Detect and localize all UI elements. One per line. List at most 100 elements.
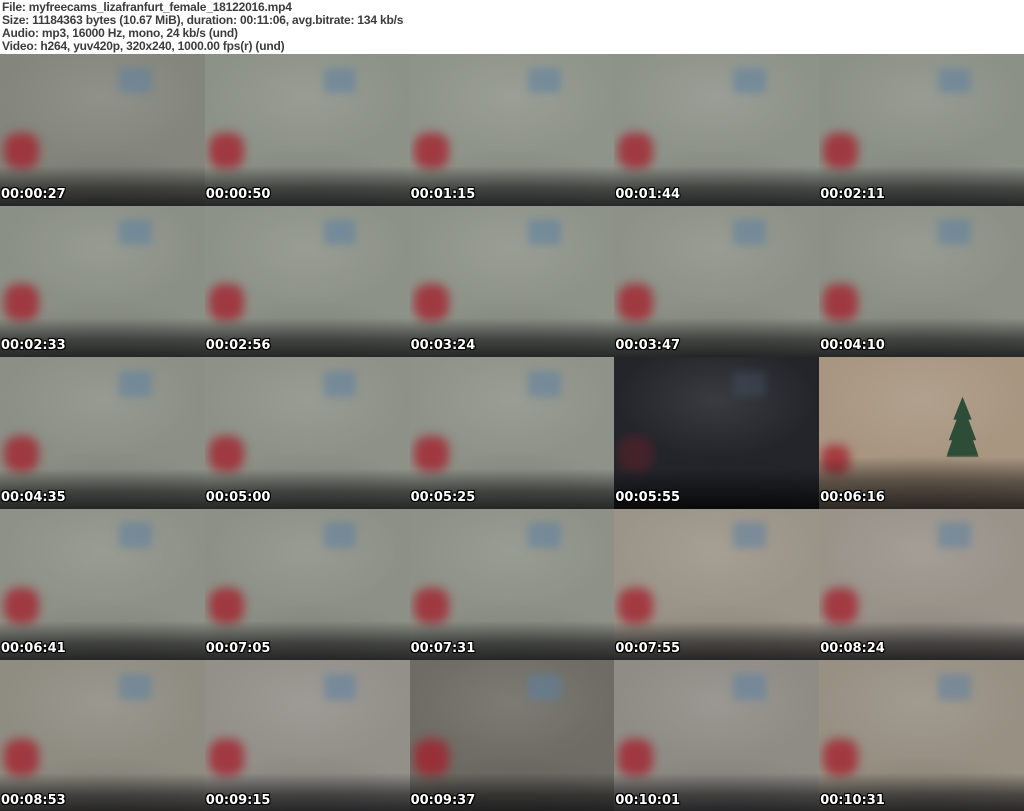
video-thumbnail: 00:04:35 (0, 357, 205, 509)
video-info-line: Video: h264, yuv420p, 320x240, 1000.00 f… (2, 39, 285, 53)
timestamp-overlay: 00:00:27 (1, 186, 66, 202)
video-thumbnail: 00:00:27 (0, 54, 205, 206)
timestamp-overlay: 00:01:44 (615, 186, 681, 202)
wall-art-decoration (733, 219, 766, 245)
red-pillow-decoration (618, 587, 654, 624)
red-pillow-decoration (4, 739, 39, 776)
video-thumbnail: 00:06:41 (0, 508, 205, 661)
red-pillow-decoration (208, 739, 244, 776)
video-thumbnail: 00:09:15 (204, 660, 410, 811)
red-pillow-decoration (208, 587, 244, 624)
red-pillow-decoration (823, 739, 859, 776)
video-thumbnail: 00:05:55 (614, 357, 820, 509)
red-pillow-decoration (413, 587, 449, 624)
wall-art-decoration (323, 67, 357, 94)
red-pillow-decoration (4, 284, 39, 321)
timestamp-overlay: 00:05:00 (205, 489, 271, 505)
timestamp-overlay: 00:02:33 (1, 338, 66, 354)
wall-art-decoration (937, 219, 971, 245)
wall-art-decoration (323, 219, 357, 245)
timestamp-overlay: 00:08:53 (1, 793, 66, 808)
media-info-header: File: myfreecams_lizafranfurt_female_181… (0, 0, 1024, 54)
wall-art-decoration (528, 219, 562, 245)
timestamp-overlay: 00:08:24 (820, 641, 885, 657)
video-thumbnail: 00:03:47 (614, 205, 820, 358)
timestamp-overlay: 00:04:35 (1, 489, 66, 505)
wall-art-decoration (733, 370, 766, 397)
video-thumbnail: 00:00:50 (204, 54, 410, 206)
red-pillow-decoration (4, 132, 39, 170)
wall-art-decoration (528, 370, 562, 397)
thumbnail-grid: 00:00:27 00:00:50 00:01:15 00:01:44 00:0… (0, 54, 1024, 811)
red-pillow-decoration (4, 436, 39, 473)
wall-art-decoration (118, 522, 152, 549)
red-pillow-decoration (618, 284, 654, 321)
video-thumbnail: 00:02:33 (0, 205, 205, 358)
timestamp-overlay: 00:10:31 (820, 793, 885, 808)
red-pillow-decoration (208, 132, 244, 170)
timestamp-overlay: 00:10:01 (615, 793, 681, 808)
wall-art-decoration (937, 522, 971, 549)
wall-art-decoration (733, 67, 766, 94)
contact-sheet: File: myfreecams_lizafranfurt_female_181… (0, 0, 1024, 811)
video-thumbnail: 00:06:16 (819, 357, 1024, 509)
wall-art-decoration (323, 674, 357, 700)
video-thumbnail: 00:02:56 (204, 205, 410, 358)
timestamp-overlay: 00:02:11 (820, 186, 885, 202)
wall-art-decoration (937, 674, 971, 700)
wall-art-decoration (733, 674, 766, 700)
timestamp-overlay: 00:07:31 (410, 641, 476, 657)
video-thumbnail: 00:10:01 (614, 660, 820, 811)
video-thumbnail: 00:02:11 (819, 54, 1024, 206)
video-thumbnail: 00:01:15 (409, 54, 615, 206)
timestamp-overlay: 00:06:16 (820, 489, 885, 505)
red-pillow-decoration (823, 587, 859, 624)
video-thumbnail: 00:08:24 (819, 508, 1024, 661)
timestamp-overlay: 00:01:15 (410, 186, 476, 202)
video-thumbnail: 00:07:05 (204, 508, 410, 661)
red-pillow-decoration (208, 284, 244, 321)
wall-art-decoration (323, 522, 357, 549)
timestamp-overlay: 00:00:50 (205, 186, 271, 202)
timestamp-overlay: 00:07:05 (205, 641, 271, 657)
video-thumbnail: 00:01:44 (614, 54, 820, 206)
video-thumbnail: 00:08:53 (0, 660, 205, 811)
christmas-tree-decoration (946, 396, 979, 458)
wall-art-decoration (733, 522, 766, 549)
timestamp-overlay: 00:06:41 (1, 641, 66, 657)
red-pillow-decoration (4, 587, 39, 624)
wall-art-decoration (118, 370, 152, 397)
video-thumbnail: 00:05:25 (409, 357, 615, 509)
video-thumbnail: 00:04:10 (819, 205, 1024, 358)
red-pillow-decoration (618, 132, 654, 170)
red-pillow-decoration (413, 284, 449, 321)
timestamp-overlay: 00:09:37 (410, 793, 476, 808)
wall-art-decoration (118, 219, 152, 245)
red-pillow-decoration (823, 132, 859, 170)
wall-art-decoration (937, 67, 971, 94)
wall-art-decoration (528, 522, 562, 549)
timestamp-overlay: 00:02:56 (205, 338, 271, 354)
red-pillow-decoration (413, 436, 449, 473)
red-pillow-decoration (823, 284, 859, 321)
timestamp-overlay: 00:03:47 (615, 338, 681, 354)
wall-art-decoration (528, 67, 562, 94)
timestamp-overlay: 00:09:15 (205, 793, 271, 808)
red-pillow-decoration (618, 739, 654, 776)
wall-art-decoration (323, 370, 357, 397)
wall-art-decoration (528, 674, 562, 700)
timestamp-overlay: 00:05:55 (615, 489, 681, 505)
wall-art-decoration (118, 674, 152, 700)
timestamp-overlay: 00:05:25 (410, 489, 476, 505)
video-thumbnail: 00:10:31 (819, 660, 1024, 811)
red-pillow-decoration (413, 132, 449, 170)
video-thumbnail: 00:07:55 (614, 508, 820, 661)
timestamp-overlay: 00:04:10 (820, 338, 885, 354)
video-thumbnail: 00:09:37 (409, 660, 615, 811)
red-pillow-decoration (413, 739, 449, 776)
video-thumbnail: 00:07:31 (409, 508, 615, 661)
video-thumbnail: 00:05:00 (204, 357, 410, 509)
timestamp-overlay: 00:03:24 (410, 338, 476, 354)
timestamp-overlay: 00:07:55 (615, 641, 681, 657)
video-thumbnail: 00:03:24 (409, 205, 615, 358)
